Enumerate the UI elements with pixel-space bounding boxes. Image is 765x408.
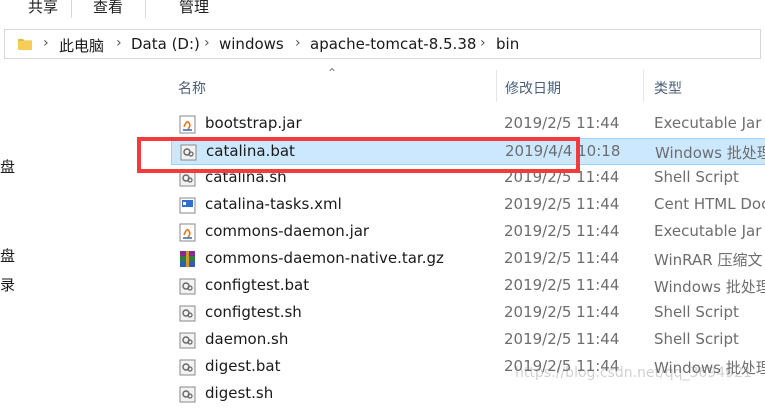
file-name: commons-daemon-native.tar.gz — [205, 249, 444, 267]
file-name: configtest.sh — [205, 303, 302, 321]
breadcrumb-bin[interactable]: bin — [496, 35, 519, 53]
file-name: bootstrap.jar — [205, 114, 302, 132]
navigation-pane: 盘 盘 录 — [0, 62, 157, 394]
file-type: Executable Jar F — [654, 222, 765, 240]
file-modified-date: 2019/2/5 11:44 — [504, 249, 620, 267]
file-type: Windows 批处理 — [655, 144, 765, 162]
column-header-name[interactable]: 名称 — [178, 78, 206, 98]
tab-view[interactable]: 查看 — [93, 0, 123, 17]
chevron-right-icon[interactable]: › — [204, 35, 210, 51]
sh-icon — [178, 169, 197, 188]
breadcrumb-this-pc[interactable]: 此电脑 — [59, 35, 104, 56]
tab-manage[interactable]: 管理 — [179, 0, 209, 17]
winrar-icon — [178, 250, 197, 269]
file-type: Windows 批处理 — [654, 278, 765, 296]
file-type: WinRAR 压缩文 — [654, 251, 763, 269]
chevron-right-icon[interactable]: › — [295, 35, 301, 51]
file-modified-date: 2019/2/5 11:44 — [504, 114, 620, 132]
xml-icon — [178, 196, 197, 215]
file-modified-date: 2019/2/5 11:44 — [504, 195, 620, 213]
bat-icon — [179, 143, 198, 162]
file-type: Executable Jar F — [654, 114, 765, 132]
file-name: catalina.sh — [205, 168, 287, 186]
file-modified-date: 2019/2/5 11:44 — [504, 330, 620, 348]
file-name: commons-daemon.jar — [205, 222, 370, 240]
file-row[interactable]: commons-daemon-native.tar.gz 2019/2/5 11:… — [171, 246, 765, 273]
chevron-right-icon[interactable]: › — [43, 35, 49, 51]
file-row[interactable]: digest.sh — [171, 381, 765, 408]
file-name: digest.bat — [205, 357, 281, 375]
file-row[interactable]: daemon.sh 2019/2/5 11:44 Shell Script — [171, 327, 765, 354]
sh-icon — [178, 331, 197, 350]
file-modified-date: 2019/4/4 10:18 — [505, 142, 621, 160]
jar-icon — [178, 115, 197, 134]
file-row[interactable]: catalina-tasks.xml 2019/2/5 11:44 Cent HTM… — [171, 192, 765, 219]
ribbon-bar: 共享 查看 管理 — [0, 0, 765, 20]
breadcrumb-windows[interactable]: windows — [219, 35, 284, 53]
file-name: daemon.sh — [205, 330, 289, 348]
file-name: digest.sh — [205, 384, 274, 402]
column-header-date[interactable]: 修改日期 — [505, 78, 561, 98]
file-modified-date: 2019/2/5 11:44 — [504, 276, 620, 294]
file-row[interactable]: configtest.sh 2019/2/5 11:44 Shell Script — [171, 300, 765, 327]
sh-icon — [178, 304, 197, 323]
watermark: https://blog.csdn.net/qq_3694921 — [515, 365, 752, 381]
bat-icon — [178, 358, 197, 377]
column-divider[interactable] — [496, 70, 497, 102]
file-type: Shell Script — [654, 168, 739, 186]
file-type: Cent HTML Doc — [654, 195, 765, 213]
chevron-right-icon[interactable]: › — [480, 35, 486, 51]
nav-item-folder[interactable]: 录 — [0, 274, 15, 295]
file-row[interactable]: catalina.sh 2019/2/5 11:44 Shell Script — [171, 165, 765, 192]
file-row[interactable]: configtest.bat 2019/2/5 11:44 Windows 批处理 — [171, 273, 765, 300]
file-modified-date: 2019/2/5 11:44 — [504, 303, 620, 321]
file-modified-date: 2019/2/5 11:44 — [504, 222, 620, 240]
bat-icon — [178, 277, 197, 296]
file-modified-date: 2019/2/5 11:44 — [504, 168, 620, 186]
nav-item-drive[interactable]: 盘 — [0, 245, 15, 266]
file-type: Shell Script — [654, 303, 739, 321]
file-row[interactable]: bootstrap.jar 2019/2/5 11:44 Executable Ja… — [171, 111, 765, 138]
ribbon-divider — [145, 0, 146, 18]
sh-icon — [178, 385, 197, 404]
jar-icon — [178, 223, 197, 242]
file-name: catalina-tasks.xml — [205, 195, 342, 213]
breadcrumb-tomcat[interactable]: apache-tomcat-8.5.38 — [310, 35, 476, 53]
file-name: catalina.bat — [206, 142, 295, 160]
file-type: Shell Script — [654, 330, 739, 348]
sort-ascending-icon: ⌃ — [327, 66, 338, 80]
tab-share[interactable]: 共享 — [28, 0, 58, 17]
file-row[interactable]: commons-daemon.jar 2019/2/5 11:44 Executab… — [171, 219, 765, 246]
address-bar[interactable]: › 此电脑 › Data (D:) › windows › apache-tom… — [4, 29, 761, 59]
chevron-right-icon[interactable]: › — [116, 35, 122, 51]
ribbon-divider — [71, 0, 72, 18]
breadcrumb-drive[interactable]: Data (D:) — [131, 35, 200, 53]
column-header-type[interactable]: 类型 — [654, 78, 682, 98]
file-name: configtest.bat — [205, 276, 310, 294]
nav-item-drive[interactable]: 盘 — [0, 156, 15, 177]
folder-icon — [18, 39, 32, 50]
file-row[interactable]: catalina.bat 2019/4/4 10:18 Windows 批处理 — [171, 138, 765, 165]
column-divider[interactable] — [643, 70, 644, 102]
